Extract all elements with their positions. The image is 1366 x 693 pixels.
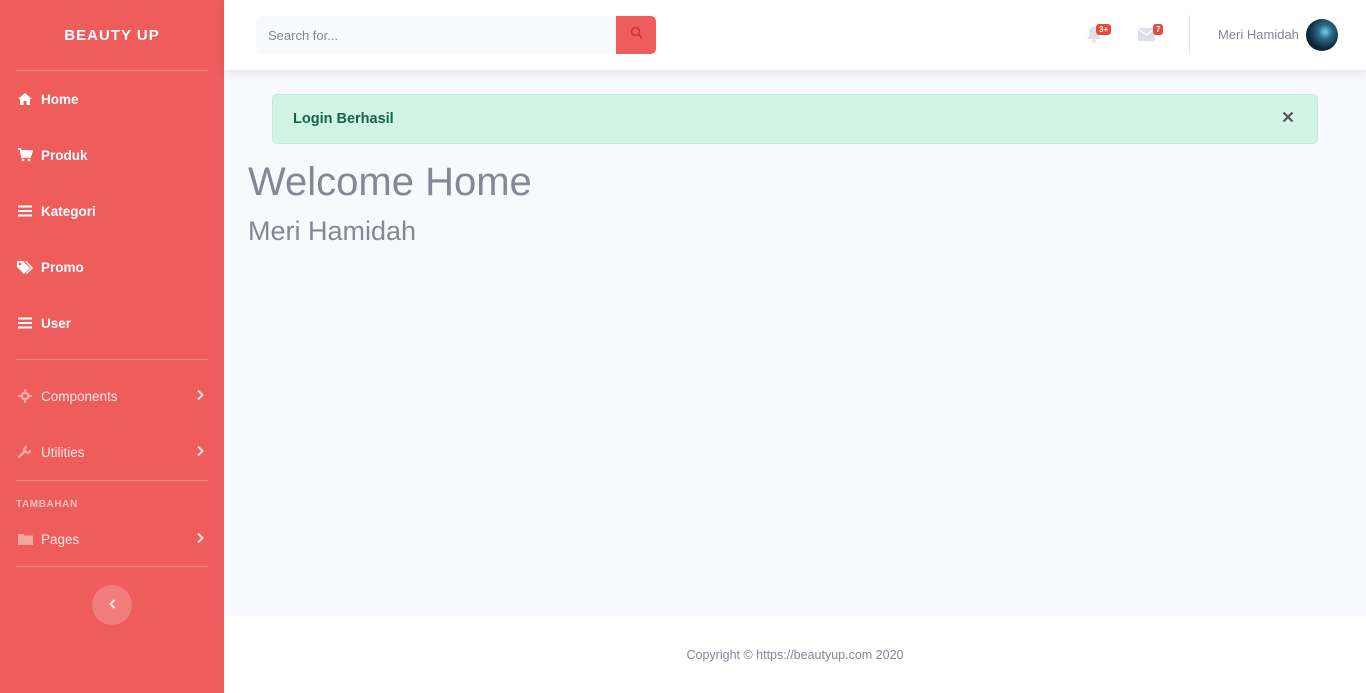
list-icon — [16, 203, 34, 219]
sidebar-item-produk[interactable]: Produk — [0, 127, 224, 183]
sidebar-heading: TAMBAHAN — [16, 499, 78, 510]
search-icon — [630, 26, 643, 44]
wrench-icon — [16, 444, 34, 460]
alerts-badge: 3+ — [1096, 24, 1112, 35]
sidebar-item-utilities[interactable]: Utilities — [0, 424, 224, 480]
folder-icon — [16, 531, 34, 547]
sidebar-item-label: Promo — [41, 259, 84, 275]
sidebar-item-user[interactable]: User — [0, 295, 224, 351]
sidebar-item-label: Home — [41, 91, 79, 107]
copyright-text: Copyright © https://beautyup.com 2020 — [686, 648, 904, 662]
sidebar-item-label: Kategori — [41, 203, 96, 219]
search-bar — [256, 16, 656, 54]
alert-message: Login Berhasil — [293, 111, 394, 127]
brand-logo[interactable]: BEAUTY UP — [0, 0, 224, 70]
search-input[interactable] — [256, 16, 616, 54]
home-icon — [16, 91, 34, 107]
chevron-right-icon — [197, 445, 204, 460]
sidebar-item-label: Utilities — [41, 444, 85, 460]
sidebar-divider — [16, 566, 208, 567]
alert-close-button[interactable] — [1279, 110, 1297, 128]
chevron-left-icon — [108, 596, 116, 614]
alerts-button[interactable]: 3+ — [1086, 24, 1112, 44]
page-title: Welcome Home — [248, 160, 532, 204]
search-button[interactable] — [616, 16, 656, 54]
chevron-right-icon — [197, 532, 204, 547]
sidebar-item-home[interactable]: Home — [0, 71, 224, 127]
messages-badge: 7 — [1153, 24, 1164, 35]
gear-icon — [16, 388, 34, 404]
sidebar-item-label: Produk — [41, 147, 88, 163]
sidebar: BEAUTY UP Home Produk Kategori Promo Use… — [0, 0, 224, 693]
page-subtitle: Meri Hamidah — [248, 216, 417, 246]
close-icon — [1282, 110, 1294, 128]
footer: Copyright © https://beautyup.com 2020 — [224, 616, 1366, 693]
sidebar-item-label: Components — [41, 388, 118, 404]
sidebar-toggle-button[interactable] — [92, 585, 132, 625]
topbar: 3+ 7 Meri Hamidah — [224, 0, 1366, 70]
user-name[interactable]: Meri Hamidah — [1218, 27, 1299, 42]
sidebar-item-label: Pages — [41, 531, 80, 547]
success-alert: Login Berhasil — [272, 94, 1318, 144]
sidebar-item-pages[interactable]: Pages — [0, 516, 224, 562]
chevron-right-icon — [197, 389, 204, 404]
sidebar-item-kategori[interactable]: Kategori — [0, 183, 224, 239]
cart-icon — [16, 147, 34, 163]
list-icon — [16, 315, 34, 331]
avatar[interactable] — [1306, 19, 1338, 51]
sidebar-item-promo[interactable]: Promo — [0, 239, 224, 295]
sidebar-item-label: User — [41, 315, 72, 331]
sidebar-item-components[interactable]: Components — [0, 368, 224, 424]
messages-button[interactable]: 7 — [1138, 24, 1164, 44]
topbar-divider — [1189, 15, 1190, 54]
tags-icon — [16, 259, 34, 275]
sidebar-divider — [16, 359, 208, 360]
